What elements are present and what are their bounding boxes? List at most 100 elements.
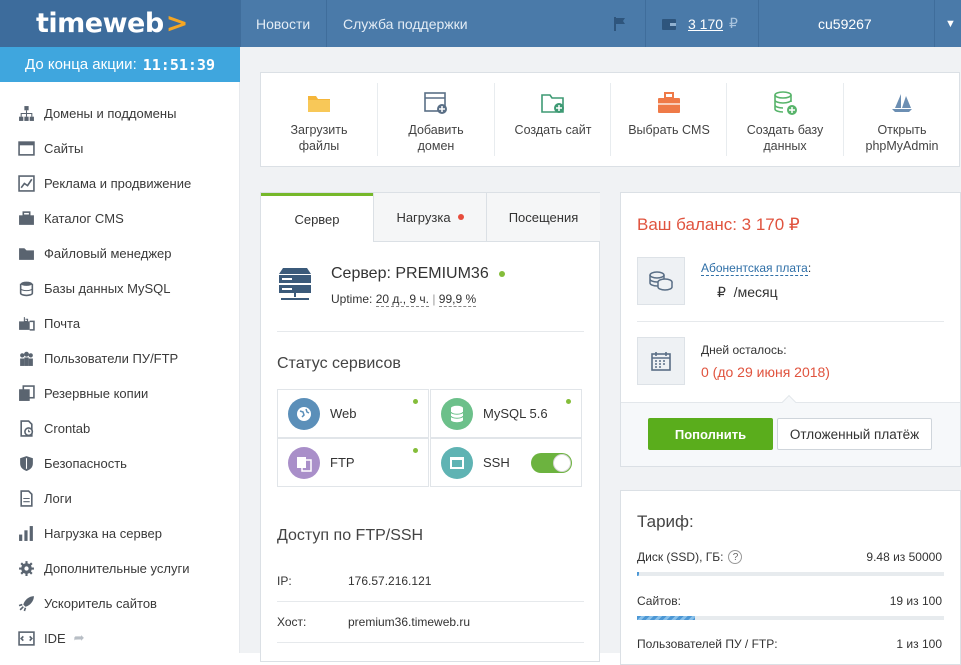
divider bbox=[326, 0, 327, 47]
sidebar-item-label: Файловый менеджер bbox=[44, 245, 172, 261]
sidebar-item-label: Резервные копии bbox=[44, 385, 149, 401]
service-ftp: FTP bbox=[277, 438, 429, 487]
balance-title: Ваш баланс: 3 170 ₽ bbox=[637, 215, 800, 234]
services-title: Статус сервисов bbox=[277, 355, 401, 372]
fee-row: Абонентская плата: bbox=[701, 261, 812, 276]
account-name[interactable]: cu59267 bbox=[818, 0, 872, 47]
status-dot bbox=[413, 399, 418, 404]
sidebar-item-extra-services[interactable]: Дополнительные услуги bbox=[18, 558, 189, 578]
days-value: 0 (до 29 июня 2018) bbox=[701, 364, 830, 380]
open-phpmyadmin-action[interactable]: Открыть phpMyAdmin bbox=[844, 73, 960, 166]
sidebar-item-label: Домены и поддомены bbox=[44, 105, 177, 121]
logo[interactable]: timeweb > bbox=[0, 0, 240, 47]
sidebar-item-logs[interactable]: Логи bbox=[18, 488, 72, 508]
sidebar-item-accelerator[interactable]: Ускоритель сайтов bbox=[18, 593, 157, 613]
sidebar-item-label: Нагрузка на сервер bbox=[44, 525, 162, 541]
phpmyadmin-icon bbox=[892, 94, 912, 112]
users-icon bbox=[20, 351, 33, 366]
create-site-icon bbox=[541, 94, 564, 113]
ssh-toggle[interactable] bbox=[531, 453, 572, 473]
fee-colon: : bbox=[807, 261, 812, 275]
deferred-payment-button[interactable]: Отложенный платёж bbox=[777, 418, 932, 450]
sidebar-item-load[interactable]: Нагрузка на сервер bbox=[18, 523, 162, 543]
flag-icon[interactable] bbox=[612, 0, 628, 47]
tariff-panel: Тариф: Диск (SSD), ГБ: ? 9.48 из 50000 С… bbox=[620, 490, 961, 665]
logo-text: timeweb bbox=[36, 8, 164, 39]
help-icon[interactable]: ? bbox=[728, 550, 743, 564]
chart-icon bbox=[18, 174, 35, 192]
promo-countdown[interactable]: До конца акции: 11:51:39 bbox=[0, 47, 240, 82]
action-label: Создать сайт bbox=[514, 123, 592, 137]
fee-label[interactable]: Абонентская плата bbox=[701, 261, 808, 276]
upload-files-action[interactable]: Загрузить файлы bbox=[261, 73, 377, 166]
sidebar-item-files[interactable]: Файловый менеджер bbox=[18, 243, 172, 263]
choose-cms-action[interactable]: Выбрать CMS bbox=[611, 73, 727, 166]
sidebar-item-label: Базы данных MySQL bbox=[44, 280, 171, 296]
load-icon bbox=[19, 525, 33, 541]
folder-upload-icon bbox=[308, 96, 330, 112]
host-value[interactable]: premium36.timeweb.ru bbox=[348, 615, 470, 629]
toggle-knob bbox=[553, 454, 571, 472]
topup-button[interactable]: Пополнить bbox=[648, 418, 773, 450]
service-mysql: MySQL 5.6 bbox=[430, 389, 582, 438]
tab-load[interactable]: Нагрузка bbox=[373, 193, 486, 242]
service-name: Web bbox=[330, 406, 357, 421]
sidebar-item-security[interactable]: Безопасность bbox=[18, 453, 127, 473]
sidebar-item-label: IDE bbox=[44, 630, 66, 646]
sidebar-item-cms[interactable]: Каталог CMS bbox=[18, 208, 124, 228]
sidebar-item-sites[interactable]: Сайты bbox=[18, 138, 83, 158]
ip-value[interactable]: 176.57.216.121 bbox=[348, 574, 431, 588]
host-label: Хост: bbox=[277, 615, 307, 629]
tab-server[interactable]: Сервер bbox=[261, 193, 373, 242]
top-bar: timeweb > Новости Служба поддержки 3 170 … bbox=[0, 0, 961, 47]
sidebar-item-label: Каталог CMS bbox=[44, 210, 124, 226]
uptime-label: Uptime: bbox=[331, 292, 373, 306]
cms-icon bbox=[658, 92, 680, 113]
users-value: 1 из 100 bbox=[896, 637, 942, 651]
alert-dot bbox=[457, 214, 464, 220]
promo-label: До конца акции: bbox=[25, 56, 137, 73]
users-label: Пользователей ПУ / FTP: bbox=[637, 637, 778, 651]
nav-news-link[interactable]: Новости bbox=[256, 0, 310, 47]
add-database-icon bbox=[774, 91, 797, 115]
service-name: FTP bbox=[330, 455, 355, 470]
action-label: данных bbox=[763, 139, 807, 153]
action-label: Открыть bbox=[877, 123, 927, 137]
status-dot bbox=[566, 399, 571, 404]
action-label: Выбрать CMS bbox=[628, 123, 710, 137]
sidebar-item-label: Логи bbox=[44, 490, 72, 506]
backup-icon bbox=[19, 384, 35, 401]
quick-actions: Загрузить файлы Добавить домен Создать с… bbox=[260, 72, 960, 167]
divider bbox=[277, 642, 584, 643]
sidebar-item-label: Дополнительные услуги bbox=[44, 560, 190, 576]
chevron-down-icon[interactable]: ▼ bbox=[945, 0, 956, 47]
disk-row: Диск (SSD), ГБ: ? bbox=[637, 550, 743, 564]
divider bbox=[637, 321, 944, 322]
sidebar-item-users[interactable]: Пользователи ПУ/FTP bbox=[18, 348, 178, 368]
tariff-title: Тариф: bbox=[637, 512, 694, 531]
create-site-action[interactable]: Создать сайт bbox=[495, 73, 611, 166]
balance-widget[interactable]: 3 170 ₽ bbox=[661, 0, 738, 47]
sidebar-item-ads[interactable]: Реклама и продвижение bbox=[18, 173, 191, 193]
sidebar-item-mail[interactable]: Почта bbox=[18, 313, 80, 333]
nav-support-link[interactable]: Служба поддержки bbox=[343, 0, 468, 47]
sidebar-item-label: Ускоритель сайтов bbox=[44, 595, 157, 611]
action-label: Добавить bbox=[408, 123, 464, 137]
uptime-percent: 99,9 % bbox=[438, 292, 477, 307]
create-database-action[interactable]: Создать базу данных bbox=[727, 73, 843, 166]
sidebar-item-mysql[interactable]: Базы данных MySQL bbox=[18, 278, 171, 298]
calendar-icon bbox=[637, 337, 685, 385]
disk-progress-fill bbox=[637, 572, 639, 576]
sidebar-item-domains[interactable]: Домены и поддомены bbox=[18, 103, 176, 123]
sidebar: Домены и поддомены Сайты Реклама и продв… bbox=[0, 82, 240, 653]
add-domain-action[interactable]: Добавить домен bbox=[378, 73, 494, 166]
sidebar-item-ide[interactable]: IDE ➦ bbox=[18, 628, 85, 648]
server-panel: Сервер Нагрузка Посещения Сервер: PREMIU… bbox=[260, 192, 600, 662]
shield-icon bbox=[20, 455, 33, 471]
code-icon bbox=[18, 630, 35, 646]
terminal-icon bbox=[441, 446, 473, 479]
tab-visits[interactable]: Посещения bbox=[486, 193, 600, 242]
sidebar-item-backups[interactable]: Резервные копии bbox=[18, 383, 148, 403]
sidebar-item-label: Пользователи ПУ/FTP bbox=[44, 350, 179, 366]
sidebar-item-crontab[interactable]: Crontab bbox=[18, 418, 90, 438]
